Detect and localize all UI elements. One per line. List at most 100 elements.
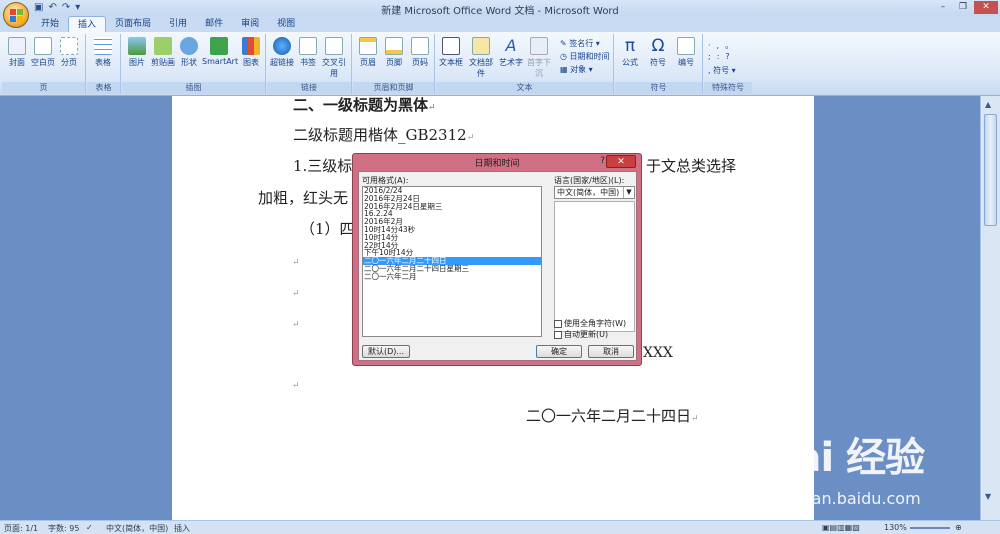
zoom-in-icon[interactable]: ⊕ — [955, 523, 962, 532]
tab-insert[interactable]: 插入 — [68, 16, 107, 32]
group-text: 文本框 文档部件 A 艺术字 首字下沉 ✎ 签名行 ▾ ◷ 日期和时间 ▦ 对象 … — [436, 34, 614, 94]
shapes-button[interactable]: 形状 — [176, 37, 202, 68]
group-links: 超链接 书签 交叉引用 链接 — [267, 34, 352, 94]
formats-listbox[interactable]: 2016/2/24 2016年2月24日 2016年2月24日星期三 16.2.… — [362, 186, 542, 337]
heading-level-3-end: 于文总类选择 — [646, 157, 737, 175]
group-special-symbols: ·,。 ;:? , 符号 ▾ 特殊符号 — [704, 34, 752, 94]
tab-home[interactable]: 开始 — [32, 16, 68, 32]
fullwidth-checkbox[interactable]: 使用全角字符(W) — [554, 318, 626, 329]
equation-button[interactable]: π 公式 — [617, 37, 643, 68]
tab-page-layout[interactable]: 页面布局 — [106, 16, 160, 32]
paragraph-mark: ↵ — [292, 320, 300, 330]
group-header-footer: 页眉 页脚 页码 页眉和页脚 — [353, 34, 435, 94]
group-label: 链接 — [267, 82, 351, 94]
group-label: 表格 — [87, 82, 120, 94]
page-count[interactable]: 页面: 1/1 — [4, 523, 38, 534]
date-time-dialog: 日期和时间 ? ✕ 可用格式(A): 2016/2/24 2016年2月24日 … — [352, 153, 642, 366]
numbering-button[interactable]: 编号 — [673, 37, 699, 68]
autoupdate-checkbox[interactable]: 自动更新(U) — [554, 329, 608, 340]
office-logo-icon — [10, 9, 23, 22]
clipart-button[interactable]: 剪贴画 — [150, 37, 176, 68]
group-pages: 封面 空白页 分页 页 — [2, 34, 86, 94]
set-default-button[interactable]: 默认(D)... — [362, 345, 410, 358]
quick-parts-button[interactable]: 文档部件 — [466, 37, 496, 79]
textbox-button[interactable]: 文本框 — [438, 37, 464, 68]
group-label: 页 — [2, 82, 85, 94]
paragraph-mark: ↵ — [292, 289, 300, 299]
cross-reference-button[interactable]: 交叉引用 — [321, 37, 347, 79]
zoom-level[interactable]: 130% — [884, 523, 907, 532]
language-label: 语言(国家/地区)(L): — [554, 176, 625, 185]
page-break-button[interactable]: 分页 — [56, 37, 82, 68]
format-option[interactable]: 二〇一六年二月 — [363, 272, 541, 281]
heading-level-3-start: 1.三级标 — [293, 157, 353, 175]
close-window-icon[interactable]: ✕ — [974, 1, 998, 14]
language-value: 中文(简体，中国) — [557, 188, 620, 197]
table-button[interactable]: 表格 — [90, 37, 116, 68]
language-area — [554, 201, 635, 332]
tab-review[interactable]: 审阅 — [232, 16, 268, 32]
drop-cap-button[interactable]: 首字下沉 — [524, 37, 554, 79]
special-symbols-grid-2[interactable]: ;:? — [708, 52, 736, 61]
dialog-close-icon[interactable]: ✕ — [606, 155, 636, 168]
chart-button[interactable]: 图表 — [238, 37, 264, 68]
hyperlink-button[interactable]: 超链接 — [269, 37, 295, 68]
dialog-body: 可用格式(A): 2016/2/24 2016年2月24日 2016年2月24日… — [358, 171, 637, 361]
group-label: 符号 — [615, 82, 702, 94]
window-controls: – ❐ ✕ — [934, 1, 998, 14]
special-symbols-grid[interactable]: ·,。 — [708, 40, 739, 51]
restore-icon[interactable]: ❐ — [954, 1, 972, 14]
insert-mode[interactable]: 插入 — [174, 523, 190, 534]
view-buttons-icon[interactable]: ▣▤▥▦▧ — [822, 523, 860, 532]
tab-view[interactable]: 视图 — [268, 16, 304, 32]
date-time-button[interactable]: ◷ 日期和时间 — [560, 51, 610, 62]
ribbon: 封面 空白页 分页 页 表格 表格 图片 剪贴画 形状 SmartArt 图表 … — [0, 32, 1000, 96]
chevron-down-icon[interactable]: ▼ — [623, 187, 634, 198]
window-title: 新建 Microsoft Office Word 文档 - Microsoft … — [381, 6, 619, 17]
ok-button[interactable]: 确定 — [536, 345, 582, 358]
formats-label: 可用格式(A): — [362, 176, 409, 185]
group-tables: 表格 表格 — [87, 34, 121, 94]
minimize-icon[interactable]: – — [934, 1, 952, 14]
paragraph-mark: ↵ — [292, 381, 300, 391]
object-button[interactable]: ▦ 对象 ▾ — [560, 64, 593, 75]
group-symbols: π 公式 Ω 符号 编号 符号 — [615, 34, 703, 94]
paragraph-line: 加粗，红头无 — [258, 189, 349, 207]
heading-level-2: 二级标题用楷体_GB2312↵ — [293, 126, 475, 144]
tab-references[interactable]: 引用 — [160, 16, 196, 32]
zoom-slider[interactable] — [910, 527, 950, 529]
language-select[interactable]: 中文(简体，中国) ▼ — [554, 186, 635, 199]
group-label: 特殊符号 — [704, 82, 752, 94]
status-bar: 页面: 1/1 字数: 95 ✓ 中文(简体，中国) 插入 ▣▤▥▦▧ 130%… — [0, 520, 1000, 534]
date-text: 二〇一六年二月二十四日↵ — [526, 407, 699, 425]
paragraph-mark: ↵ — [292, 258, 300, 268]
picture-button[interactable]: 图片 — [124, 37, 150, 68]
word-count[interactable]: 字数: 95 — [48, 523, 79, 534]
special-symbol-dropdown[interactable]: , 符号 ▾ — [708, 65, 736, 76]
footer-button[interactable]: 页脚 — [381, 37, 407, 68]
cancel-button[interactable]: 取消 — [588, 345, 634, 358]
scroll-up-icon[interactable]: ▲ — [985, 100, 991, 109]
title-bar: ▣ ↶ ↷ ▾ 新建 Microsoft Office Word 文档 - Mi… — [0, 0, 1000, 17]
bookmark-button[interactable]: 书签 — [295, 37, 321, 68]
proofing-icon[interactable]: ✓ — [86, 523, 93, 532]
language-status[interactable]: 中文(简体，中国) — [106, 523, 168, 534]
tab-mailings[interactable]: 邮件 — [196, 16, 232, 32]
ribbon-tabs: 开始 插入 页面布局 引用 邮件 审阅 视图 — [0, 16, 1000, 32]
group-label: 插图 — [122, 82, 265, 94]
page-number-button[interactable]: 页码 — [407, 37, 433, 68]
header-button[interactable]: 页眉 — [355, 37, 381, 68]
text-xxx: XXX — [643, 345, 673, 361]
scrollbar-thumb[interactable] — [984, 114, 997, 226]
office-button[interactable] — [3, 2, 29, 28]
group-label: 文本 — [436, 82, 613, 94]
wordart-button[interactable]: A 艺术字 — [498, 37, 524, 68]
smartart-button[interactable]: SmartArt — [202, 37, 238, 66]
blank-page-button[interactable]: 空白页 — [30, 37, 56, 68]
symbol-button[interactable]: Ω 符号 — [645, 37, 671, 68]
dialog-title: 日期和时间 — [474, 159, 520, 169]
signature-line-button[interactable]: ✎ 签名行 ▾ — [560, 38, 600, 49]
cover-page-button[interactable]: 封面 — [4, 37, 30, 68]
group-illustrations: 图片 剪贴画 形状 SmartArt 图表 插图 — [122, 34, 266, 94]
help-icon[interactable]: ? — [600, 156, 605, 166]
